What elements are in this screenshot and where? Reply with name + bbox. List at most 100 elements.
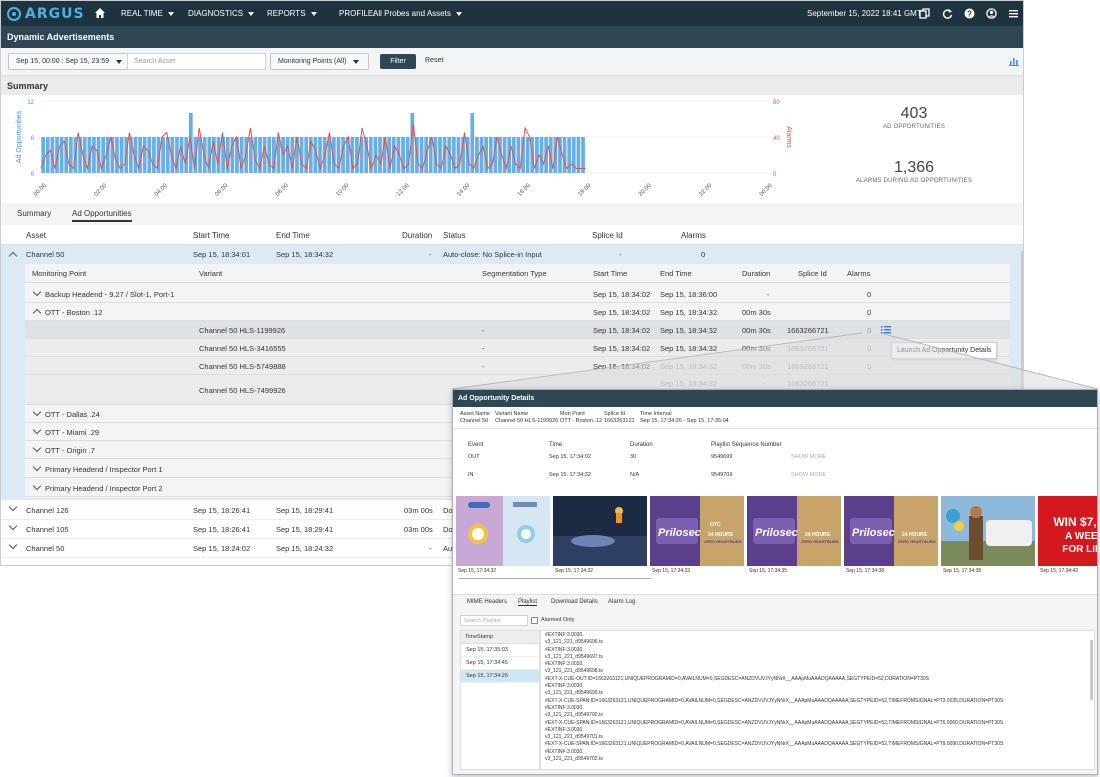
monitoring-point-row[interactable]: Backup Headend - 9.27 / Slot-1, Port-1 S… — [25, 285, 1010, 303]
col-duration[interactable]: Duration — [402, 231, 432, 240]
argus-logo[interactable]: ARGUS — [7, 5, 85, 22]
expand-icon[interactable] — [32, 443, 42, 453]
reset-button[interactable]: Reset — [425, 57, 443, 64]
playlist-scrollbar[interactable] — [1090, 640, 1093, 700]
chart-bar — [479, 137, 484, 173]
refresh-icon[interactable] — [942, 8, 953, 19]
ad-hours-text: 24 HOURS — [805, 532, 831, 538]
collapse-icon[interactable] — [32, 308, 42, 318]
table-row-expanded[interactable]: Channel 50 Sep 15, 18:34:01 Sep 15, 18:3… — [1, 245, 1023, 264]
thumbnail-frame[interactable]: WIN $7,000 A WEEK FOR LIFE — [1038, 496, 1098, 566]
tab-mime-headers[interactable]: MIME Headers — [467, 599, 507, 605]
tab-alarm-log[interactable]: Alarm Log — [608, 599, 635, 605]
chart-bar — [576, 137, 581, 173]
col-splice-id[interactable]: Splice Id — [592, 231, 623, 240]
date-range-dropdown[interactable]: Sep 15, 00:00 : Sep 15, 23:59 — [8, 53, 131, 70]
variant-row[interactable]: Channel 50 HLS-1199926 - Sep 15, 18:34:0… — [25, 321, 1010, 339]
expand-icon[interactable] — [32, 425, 42, 435]
thumbnail-scrollbar[interactable] — [458, 578, 651, 579]
variant-row[interactable]: Channel 50 HLS-5749888 - Sep 15, 18:34:0… — [25, 357, 1010, 375]
meta-variant-value: Channel 50 HLS-1199926 — [495, 418, 559, 424]
meta-variant-label: Variant Name — [495, 411, 529, 417]
col-variant[interactable]: Variant — [199, 269, 222, 278]
row-end: Sep 15, 18:24:32 — [276, 544, 334, 553]
playlist-line: #EXT-X-CUE-SPAN:ID=1663263121,UNIQUEPROG… — [545, 697, 1004, 704]
col-asset[interactable]: Asset — [26, 231, 46, 240]
timestamp-item[interactable]: Sep 15, 17:34:45 — [461, 657, 539, 670]
nav-reports[interactable]: REPORTS — [267, 9, 317, 18]
col-inner-splice[interactable]: Splice Id — [798, 269, 827, 278]
user-icon[interactable] — [986, 8, 997, 19]
thumbnail-frame[interactable]: Prilosec OTC 24 HOURS ZERO HEARTBURN — [650, 496, 744, 566]
row-start: Sep 15, 18:26:41 — [193, 506, 251, 515]
expand-icon[interactable] — [32, 287, 42, 297]
expand-icon[interactable] — [8, 502, 18, 512]
timestamp-item-selected[interactable]: Sep 15, 17:34:26 — [461, 670, 539, 683]
row-splice: - — [619, 250, 622, 259]
monitoring-points-dropdown[interactable]: Monitoring Points (All) — [270, 53, 369, 70]
tab-download-details[interactable]: Download Details — [551, 599, 598, 605]
help-icon[interactable]: ? — [964, 8, 975, 19]
chart-toggle-icon[interactable] — [1009, 57, 1019, 66]
col-inner-duration[interactable]: Duration — [742, 269, 770, 278]
chart-bar — [267, 137, 272, 173]
col-inner-start[interactable]: Start Time — [593, 269, 627, 278]
meta-mon-point-value: OTT - Boston .12 — [560, 418, 603, 424]
thumbnail-frame[interactable] — [456, 496, 550, 566]
chart-y2-tick: 80 — [773, 100, 780, 106]
col-alarms[interactable]: Alarms — [681, 231, 706, 240]
playlist-line: #EXTINF:3.0030, — [545, 704, 584, 711]
time-col-header: Time — [549, 442, 563, 448]
chart-bar — [221, 137, 225, 173]
expand-icon[interactable] — [8, 521, 18, 531]
col-status[interactable]: Status — [443, 231, 466, 240]
col-segmentation-type[interactable]: Segmentation Type — [482, 269, 547, 278]
expand-icon[interactable] — [32, 481, 42, 491]
tab-ad-opportunities[interactable]: Ad Opportunities — [72, 209, 132, 222]
thumbnail-frame[interactable]: Prilosec 24 HOURS ZERO HEARTBURN — [844, 496, 938, 566]
show-more-link[interactable]: SHOW MORE — [791, 454, 826, 460]
row-asset: Channel 126 — [26, 506, 69, 515]
ad-details-list-icon[interactable] — [881, 326, 891, 334]
top-nav-bar: ARGUS REAL TIME DIAGNOSTICS REPORTS PROF… — [1, 1, 1023, 26]
show-more-link[interactable]: SHOW MORE — [791, 472, 826, 478]
summary-section-header: Summary — [1, 76, 1023, 95]
chart-bar — [115, 137, 119, 173]
tab-playlist[interactable]: Playlist — [518, 599, 538, 606]
row-duration: - — [429, 250, 432, 259]
timestamp-item[interactable]: Sep 15, 17:35:03 — [461, 644, 539, 657]
col-monitoring-point[interactable]: Monitoring Point — [32, 269, 86, 278]
copy-icon[interactable] — [919, 8, 930, 19]
col-end-time[interactable]: End Time — [276, 231, 310, 240]
chart-bar — [525, 137, 530, 173]
menu-icon[interactable] — [1008, 8, 1019, 19]
chart-y-tick: 0 — [31, 172, 35, 178]
playlist-line: v3_121_221_d9549702.ts — [545, 756, 603, 763]
expand-icon[interactable] — [32, 407, 42, 417]
thumbnail-frame[interactable] — [553, 496, 647, 566]
profile-selector[interactable]: All Probes and Assets — [373, 9, 462, 18]
alarmed-only-checkbox[interactable] — [531, 617, 538, 624]
tab-summary[interactable]: Summary — [17, 209, 51, 218]
nav-diagnostics[interactable]: DIAGNOSTICS — [188, 9, 254, 18]
event-seq: 9549699 — [711, 454, 733, 460]
expand-icon[interactable] — [8, 540, 18, 550]
monitoring-point-row-open[interactable]: OTT - Boston .12 Sep 15, 18:34:02 Sep 15… — [25, 303, 1010, 321]
chart-bar — [41, 137, 46, 173]
col-inner-end[interactable]: End Time — [660, 269, 692, 278]
search-asset-input[interactable]: Search Asset — [127, 53, 266, 70]
col-start-time[interactable]: Start Time — [193, 231, 229, 240]
thumbnail-frame[interactable]: Prilosec 24 HOURS ZERO HEARTBURN — [747, 496, 841, 566]
filter-button[interactable]: Filter — [380, 54, 416, 69]
home-icon[interactable] — [94, 7, 106, 19]
collapse-icon[interactable] — [8, 251, 18, 261]
chart-bar — [184, 137, 189, 173]
playlist-search-input[interactable]: Search Playlist — [460, 615, 528, 626]
nav-realtime[interactable]: REAL TIME — [121, 9, 174, 18]
chart-bar — [45, 137, 50, 173]
col-inner-alarms[interactable]: Alarms — [847, 269, 870, 278]
expand-icon[interactable] — [32, 462, 42, 472]
chart-x-tick: 06:00 — [214, 182, 229, 197]
variant-row[interactable]: Channel 50 HLS-3416555 - Sep 15, 18:34:0… — [25, 339, 1010, 357]
thumbnail-frame[interactable] — [941, 496, 1035, 566]
